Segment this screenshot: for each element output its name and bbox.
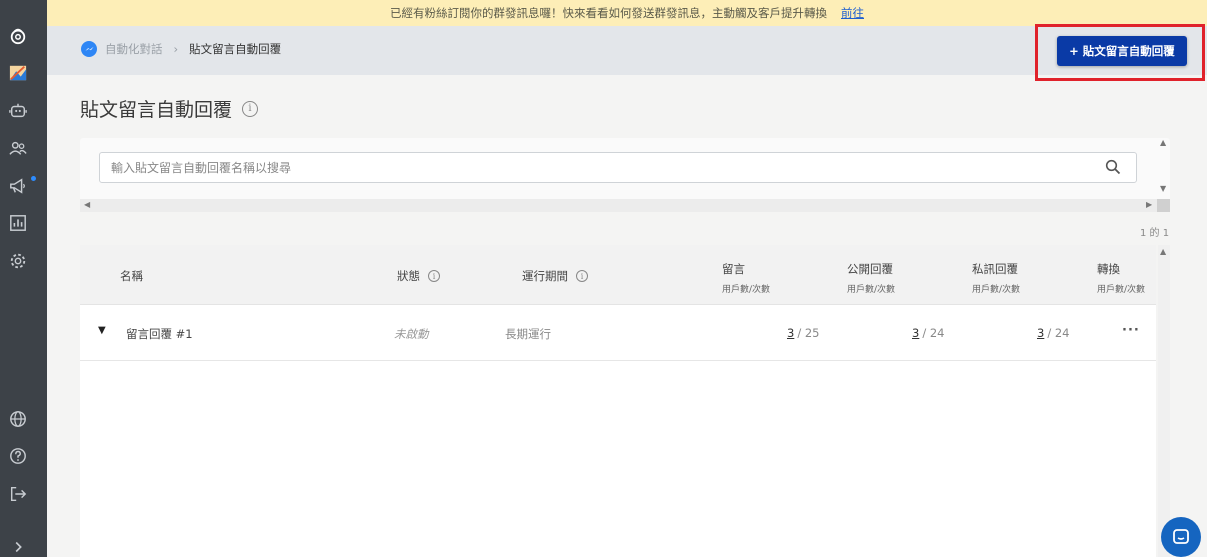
private-users[interactable]: 3: [1037, 326, 1044, 340]
search-icon[interactable]: [1105, 159, 1121, 175]
table-header: 名稱 狀態 i 運行期間 i 留言 用戶數/次數 公開回覆 用戶數/次數 私訊回…: [80, 245, 1156, 305]
logo-icon[interactable]: [8, 26, 28, 46]
column-comments: 留言 用戶數/次數: [722, 261, 770, 295]
column-public-reply: 公開回覆 用戶數/次數: [847, 261, 895, 295]
expand-icon[interactable]: [8, 537, 28, 557]
column-comments-sub: 用戶數/次數: [722, 285, 771, 295]
sidebar: [0, 0, 47, 557]
notification-dot: [31, 176, 36, 181]
breadcrumb-current: 貼文留言自動回覆: [189, 42, 282, 56]
row-public-reply: 3/ 24: [912, 326, 945, 340]
chat-icon: [1173, 529, 1189, 544]
page-title: 貼文留言自動回覆 i: [80, 95, 259, 122]
column-private-reply-sub: 用戶數/次數: [972, 285, 1021, 295]
column-status-label: 狀態: [397, 269, 420, 283]
comments-count: / 25: [797, 326, 820, 340]
column-conversion-sub: 用戶數/次數: [1097, 285, 1146, 295]
help-icon[interactable]: [8, 446, 28, 466]
breadcrumb: 自動化對話 › 貼文留言自動回覆: [81, 41, 281, 57]
column-private-reply-label: 私訊回覆: [972, 262, 1018, 276]
column-comments-label: 留言: [722, 262, 745, 276]
gear-icon[interactable]: [8, 251, 28, 271]
megaphone-icon[interactable]: [8, 176, 28, 196]
column-conversion: 轉換 用戶數/次數: [1097, 261, 1145, 295]
breadcrumb-parent[interactable]: 自動化對話: [105, 41, 163, 57]
scrollbar-corner: [1157, 199, 1170, 212]
chart-icon[interactable]: [8, 213, 28, 233]
chat-widget-button[interactable]: [1161, 517, 1201, 557]
column-name-label: 名稱: [120, 269, 143, 283]
private-count: / 24: [1047, 326, 1070, 340]
globe-icon[interactable]: [8, 409, 28, 429]
expand-caret-icon[interactable]: ▼: [98, 325, 106, 336]
search-input[interactable]: 輸入貼文留言自動回覆名稱以搜尋: [99, 152, 1137, 183]
column-name: 名稱: [120, 268, 143, 284]
users-icon[interactable]: [8, 138, 28, 158]
column-private-reply: 私訊回覆 用戶數/次數: [972, 261, 1020, 295]
row-comments: 3/ 25: [787, 326, 820, 340]
comments-users[interactable]: 3: [787, 326, 794, 340]
info-icon[interactable]: i: [576, 270, 588, 282]
image-icon[interactable]: [8, 63, 28, 83]
scroll-right-arrow[interactable]: ▶: [1146, 200, 1152, 209]
auto-reply-table: 名稱 狀態 i 運行期間 i 留言 用戶數/次數 公開回覆 用戶數/次數 私訊回…: [80, 245, 1156, 557]
announcement-banner: 已經有粉絲訂閱你的群發訊息囉！快來看看如何發送群發訊息，主動觸及客戶提升轉換 前…: [47, 0, 1207, 26]
column-public-reply-label: 公開回覆: [847, 262, 893, 276]
logout-icon[interactable]: [8, 484, 28, 504]
highlight-annotation: [1035, 24, 1205, 81]
column-period-label: 運行期間: [522, 269, 568, 283]
scroll-up-arrow[interactable]: ▲: [1160, 138, 1166, 147]
public-count: / 24: [922, 326, 945, 340]
column-conversion-label: 轉換: [1097, 262, 1120, 276]
public-users[interactable]: 3: [912, 326, 919, 340]
table-row[interactable]: ▼ 留言回覆 #1 未啟動 長期運行 3/ 25 3/ 24 3/ 24 ···: [80, 305, 1156, 361]
row-name[interactable]: 留言回覆 #1: [126, 326, 193, 342]
page-title-text: 貼文留言自動回覆: [80, 99, 233, 121]
scroll-down-arrow[interactable]: ▼: [1160, 184, 1166, 193]
row-period: 長期運行: [505, 327, 551, 341]
column-period: 運行期間 i: [522, 268, 588, 284]
pagination-text: 1 的 1: [1140, 228, 1170, 239]
info-icon[interactable]: i: [242, 100, 259, 117]
more-options-icon[interactable]: ···: [1122, 323, 1140, 338]
vertical-scrollbar[interactable]: ▲: [1158, 245, 1170, 557]
banner-text: 已經有粉絲訂閱你的群發訊息囉！快來看看如何發送群發訊息，主動觸及客戶提升轉換: [390, 6, 827, 20]
banner-link[interactable]: 前往: [841, 5, 864, 21]
breadcrumb-separator: ›: [173, 42, 179, 56]
horizontal-scrollbar[interactable]: ◀ ▶: [80, 199, 1157, 212]
row-private-reply: 3/ 24: [1037, 326, 1070, 340]
info-icon[interactable]: i: [428, 270, 440, 282]
search-panel: 輸入貼文留言自動回覆名稱以搜尋 ◀ ▶ ▲ ▼: [80, 138, 1170, 212]
messenger-icon: [81, 41, 97, 57]
scroll-left-arrow[interactable]: ◀: [84, 200, 90, 209]
row-status: 未啟動: [394, 327, 429, 341]
column-status: 狀態 i: [397, 268, 440, 284]
page-header: 自動化對話 › 貼文留言自動回覆 + 貼文留言自動回覆: [47, 26, 1207, 75]
scroll-up-arrow[interactable]: ▲: [1160, 247, 1166, 256]
column-public-reply-sub: 用戶數/次數: [847, 285, 896, 295]
bot-icon[interactable]: [8, 101, 28, 121]
